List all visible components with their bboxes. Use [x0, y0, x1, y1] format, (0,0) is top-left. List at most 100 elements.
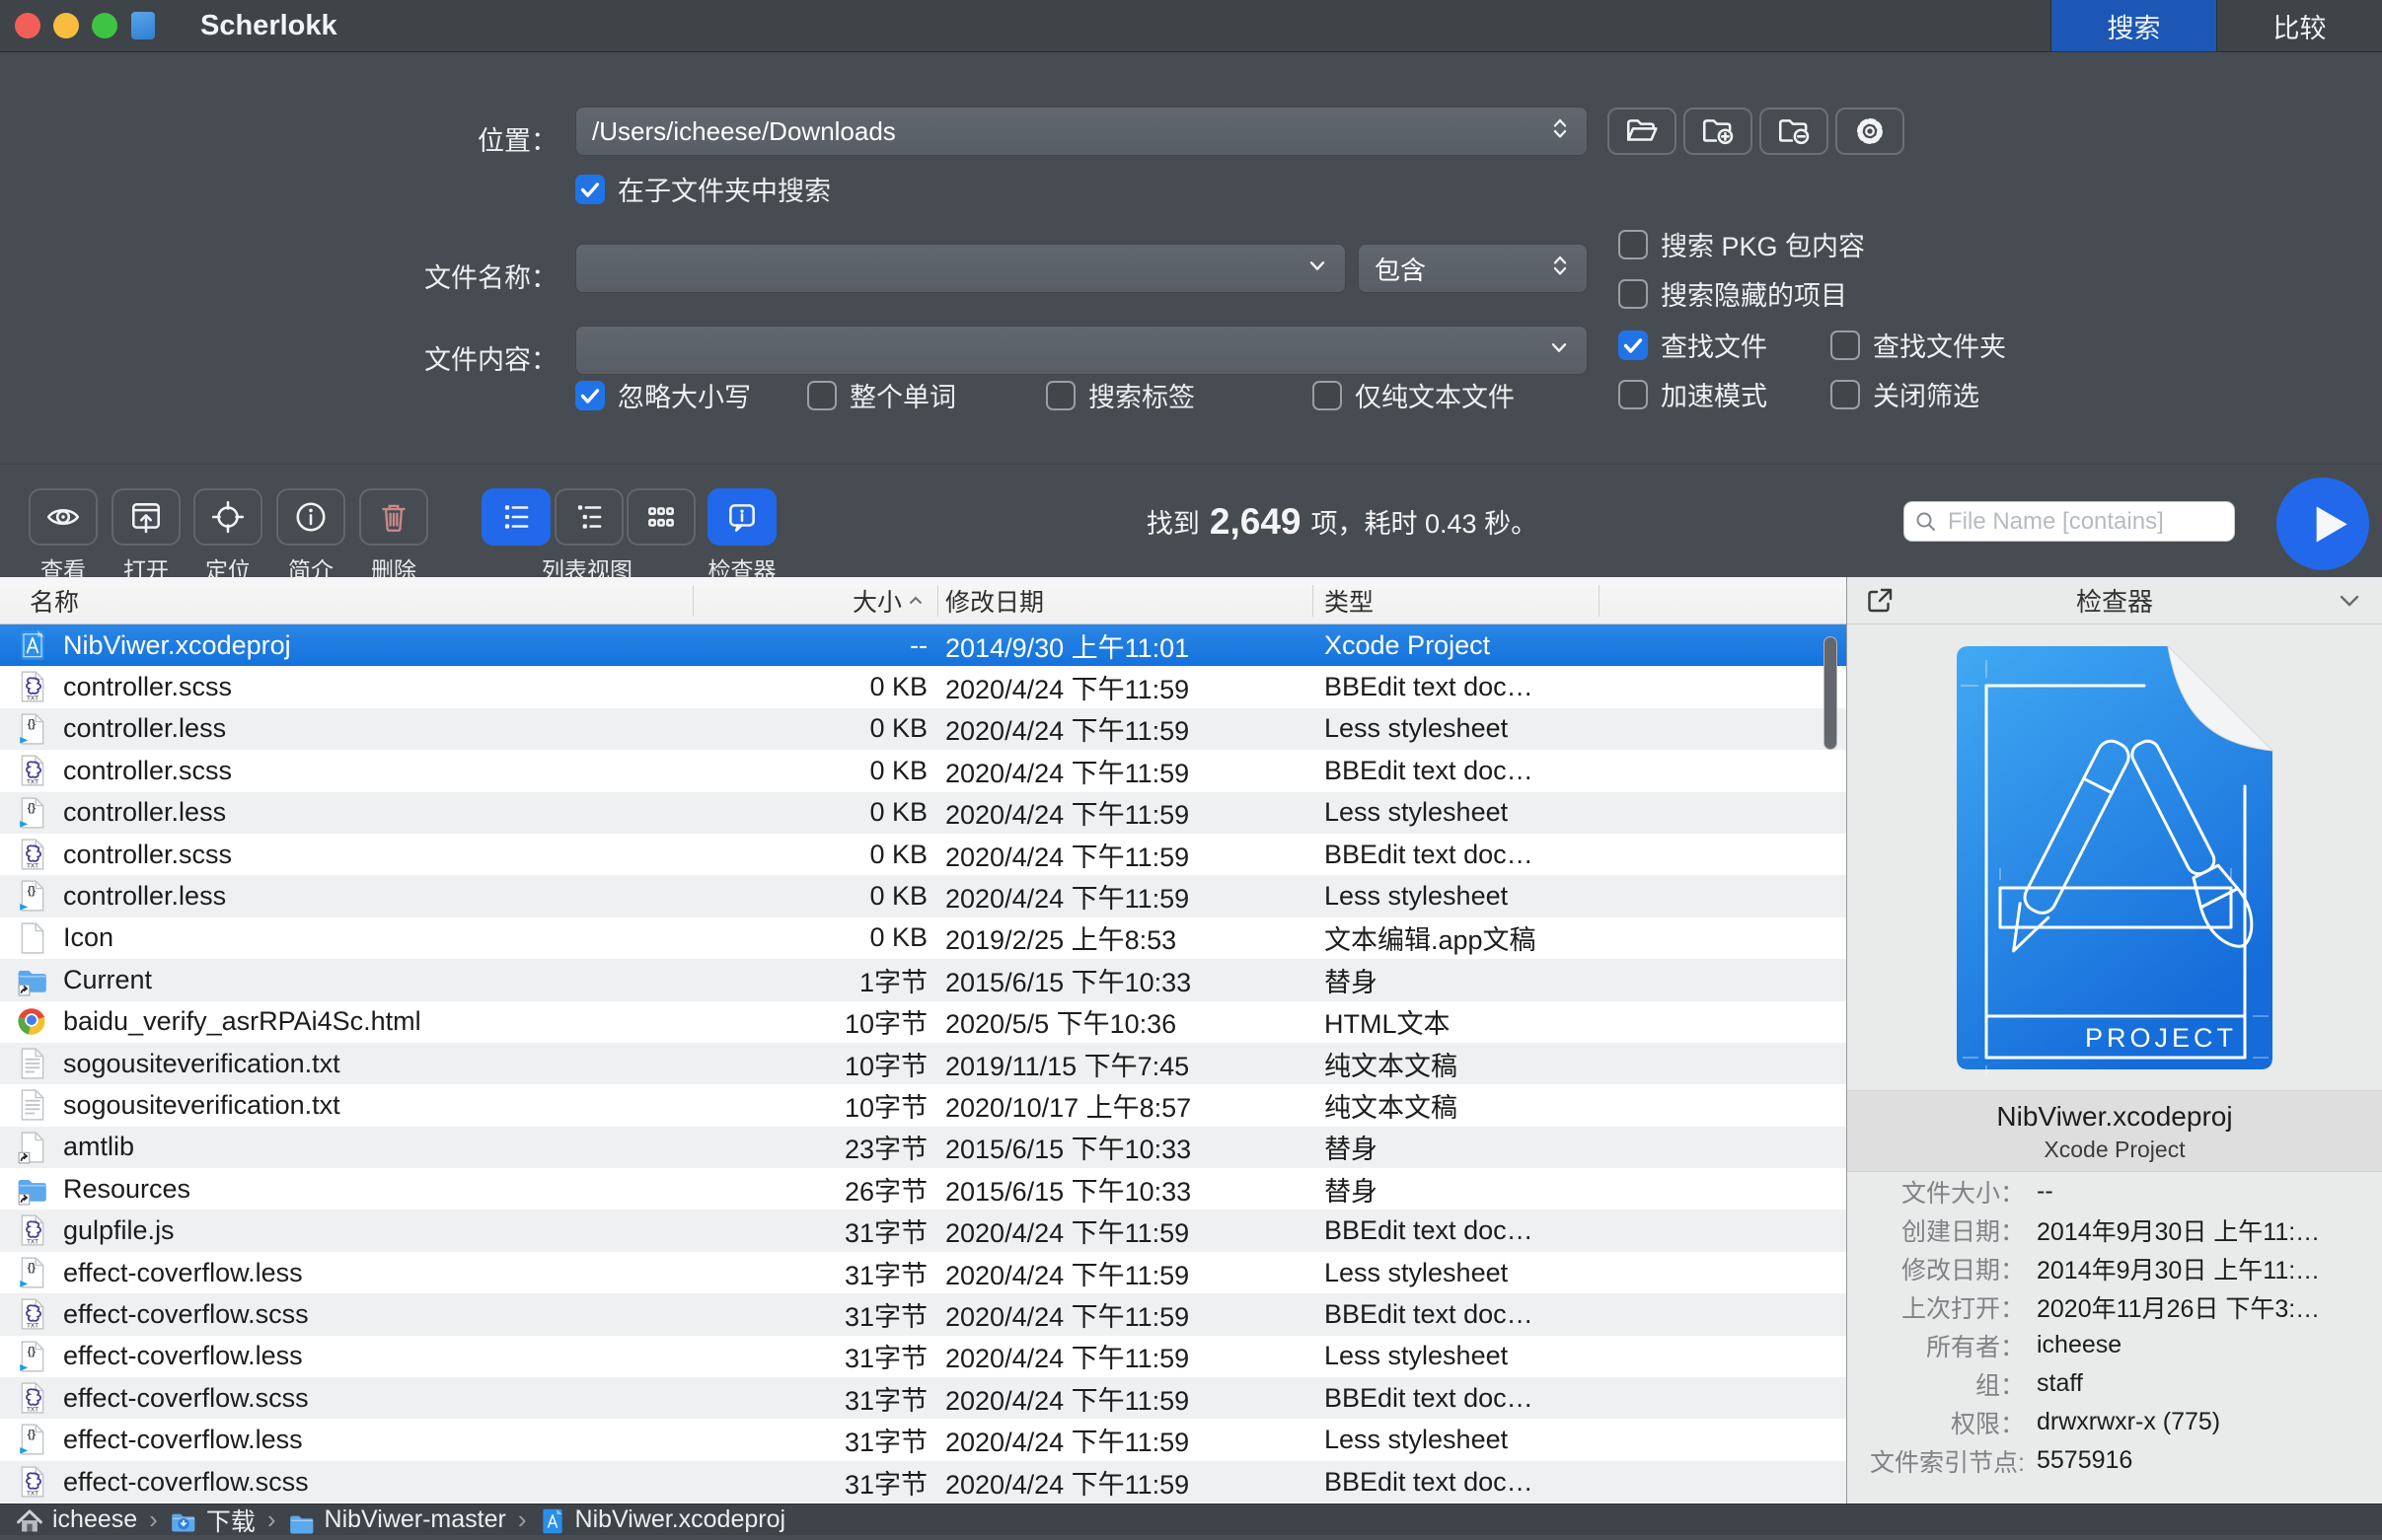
view-mode-tree-button[interactable] [555, 488, 624, 546]
table-row[interactable]: TXTcontroller.scss0 KB2020/4/24 下午11:59B… [0, 834, 1846, 875]
get-info-button[interactable] [276, 488, 345, 546]
breadcrumb: icheese›下载›NibViwer-master›NibViwer.xcod… [0, 1503, 2382, 1535]
location-popup[interactable]: /Users/icheese/Downloads [575, 107, 1588, 156]
table-row[interactable]: TXTeffect-coverflow.scss31字节2020/4/24 下午… [0, 1377, 1846, 1419]
column-header-name[interactable]: 名称 [30, 577, 79, 624]
external-link-icon[interactable] [1863, 584, 1897, 618]
blank-alias-icon [16, 1131, 49, 1164]
detail-value: 5575916 [2037, 1446, 2382, 1475]
table-row[interactable]: TXTcontroller.scss0 KB2020/4/24 下午11:59B… [0, 750, 1846, 791]
checkbox-find-folders[interactable]: 查找文件夹 [1830, 326, 2006, 364]
checkbox-checked[interactable] [575, 175, 605, 204]
location-settings-button[interactable] [1835, 108, 1904, 155]
detail-label: 权限： [1847, 1405, 2025, 1440]
checkbox[interactable] [1830, 380, 1860, 409]
checkbox-search-pkg[interactable]: 搜索 PKG 包内容 [1618, 225, 1865, 263]
breadcrumb-item[interactable]: NibViwer-master [288, 1505, 506, 1534]
table-scrollbar[interactable] [1824, 636, 1837, 750]
column-header-type[interactable]: 类型 [1324, 577, 1374, 624]
checkbox-turbo-mode[interactable]: 加速模式 [1618, 375, 1767, 413]
file-name-combo[interactable] [575, 244, 1346, 293]
file-name-cell: effect-coverflow.less [63, 1252, 685, 1293]
checkbox-checked[interactable] [575, 381, 605, 410]
checkbox[interactable] [1312, 381, 1342, 410]
table-row[interactable]: {}effect-coverflow.less31字节2020/4/24 下午1… [0, 1336, 1846, 1377]
table-row[interactable]: {}effect-coverflow.less31字节2020/4/24 下午1… [0, 1252, 1846, 1293]
breadcrumb-item[interactable]: icheese [16, 1505, 137, 1534]
view-mode-grid-button[interactable] [627, 488, 696, 546]
inspector-detail-row: 组：staff [1847, 1364, 2382, 1403]
file-content-combo[interactable] [575, 326, 1588, 375]
minimize-window-button[interactable] [53, 13, 79, 38]
table-row[interactable]: amtlib23字节2015/6/15 下午10:33替身 [0, 1127, 1846, 1168]
table-row[interactable]: {}controller.less0 KB2020/4/24 下午11:59Le… [0, 708, 1846, 750]
open-button[interactable] [112, 488, 181, 546]
file-name-cell: controller.less [63, 708, 685, 750]
table-row[interactable]: {}effect-coverflow.less31字节2020/4/24 下午1… [0, 1419, 1846, 1460]
file-size-cell: 31字节 [691, 1461, 928, 1503]
checkbox-plain-text-only[interactable]: 仅纯文本文件 [1312, 376, 1515, 414]
close-window-button[interactable] [15, 13, 40, 38]
delete-button[interactable] [359, 488, 428, 546]
tab-search[interactable]: 搜索 [2050, 0, 2216, 51]
checkbox[interactable] [1046, 381, 1076, 410]
zoom-window-button[interactable] [92, 13, 117, 38]
file-size-cell: 31字节 [691, 1252, 928, 1293]
table-row[interactable]: {}controller.less0 KB2020/4/24 下午11:59Le… [0, 875, 1846, 917]
add-location-button[interactable] [1683, 108, 1752, 155]
table-body: NibViwer.xcodeproj--2014/9/30 上午11:01Xco… [0, 624, 1846, 1503]
match-mode-popup[interactable]: 包含 [1358, 244, 1588, 293]
checkbox-find-files[interactable]: 查找文件 [1618, 326, 1767, 364]
table-row[interactable]: sogousiteverification.txt10字节2019/11/15 … [0, 1043, 1846, 1084]
reveal-button[interactable] [193, 488, 262, 546]
svg-text:{}: {} [28, 801, 36, 813]
checkbox-search-tags[interactable]: 搜索标签 [1046, 376, 1195, 414]
checkbox[interactable] [1618, 230, 1648, 259]
view-mode-list-button[interactable] [482, 488, 551, 546]
checkbox-search-hidden[interactable]: 搜索隐藏的项目 [1618, 274, 1847, 313]
checkbox-search-subfolders[interactable]: 在子文件夹中搜索 [575, 170, 831, 208]
table-row[interactable]: Resources26字节2015/6/15 下午10:33替身 [0, 1168, 1846, 1210]
tab-compare[interactable]: 比较 [2216, 0, 2382, 51]
open-location-button[interactable] [1607, 108, 1676, 155]
column-header-size[interactable]: 大小 [691, 577, 926, 624]
file-size-cell: 0 KB [691, 834, 928, 875]
file-name-cell: Resources [63, 1168, 685, 1210]
file-type-cell: 替身 [1324, 1127, 1591, 1168]
table-row[interactable]: TXTgulpfile.js31字节2020/4/24 下午11:59BBEdi… [0, 1210, 1846, 1251]
quick-look-button[interactable] [29, 488, 98, 546]
chevron-down-icon[interactable] [2335, 586, 2364, 616]
table-row[interactable]: {}controller.less0 KB2020/4/24 下午11:59Le… [0, 792, 1846, 834]
table-row[interactable]: TXTcontroller.scss0 KB2020/4/24 下午11:59B… [0, 666, 1846, 707]
checkbox-checked[interactable] [1618, 330, 1648, 360]
table-row[interactable]: TXTeffect-coverflow.scss31字节2020/4/24 下午… [0, 1461, 1846, 1503]
checkbox-whole-word[interactable]: 整个单词 [807, 376, 956, 414]
file-date-cell: 2020/4/24 下午11:59 [945, 792, 1301, 834]
table-row[interactable]: NibViwer.xcodeproj--2014/9/30 上午11:01Xco… [0, 624, 1846, 666]
file-name-cell: controller.scss [63, 666, 685, 707]
table-row[interactable]: Current1字节2015/6/15 下午10:33替身 [0, 959, 1846, 1000]
checkbox[interactable] [807, 381, 837, 410]
checkbox[interactable] [1618, 380, 1648, 409]
svg-text:TXT: TXT [27, 1406, 38, 1413]
checkbox[interactable] [1618, 279, 1648, 309]
checkbox[interactable] [1830, 330, 1860, 360]
breadcrumb-item[interactable]: NibViwer.xcodeproj [539, 1505, 786, 1534]
table-row[interactable]: TXTeffect-coverflow.scss31字节2020/4/24 下午… [0, 1293, 1846, 1335]
table-row[interactable]: baidu_verify_asrRPAi4Sc.html10字节2020/5/5… [0, 1001, 1846, 1043]
svg-text:TXT: TXT [27, 1239, 38, 1246]
start-search-button[interactable] [2276, 477, 2369, 570]
column-header-date[interactable]: 修改日期 [945, 577, 1044, 624]
less-icon: {} [16, 712, 49, 746]
remove-location-button[interactable] [1759, 108, 1828, 155]
file-date-cell: 2020/4/24 下午11:59 [945, 1377, 1301, 1419]
table-row[interactable]: Icon0 KB2019/2/25 上午8:53文本编辑.app文稿 [0, 917, 1846, 959]
checkbox-disable-filter[interactable]: 关闭筛选 [1830, 375, 1979, 413]
checkbox-ignore-case[interactable]: 忽略大小写 [575, 376, 751, 414]
table-row[interactable]: sogousiteverification.txt10字节2020/10/17 … [0, 1084, 1846, 1126]
file-date-cell: 2014/9/30 上午11:01 [945, 624, 1301, 666]
filter-input[interactable] [1946, 507, 2224, 537]
breadcrumb-item[interactable]: 下载 [170, 1503, 256, 1538]
inspector-toggle-button[interactable] [707, 488, 777, 546]
inspector-file-name: NibViwer.xcodeproj [1847, 1101, 2382, 1133]
